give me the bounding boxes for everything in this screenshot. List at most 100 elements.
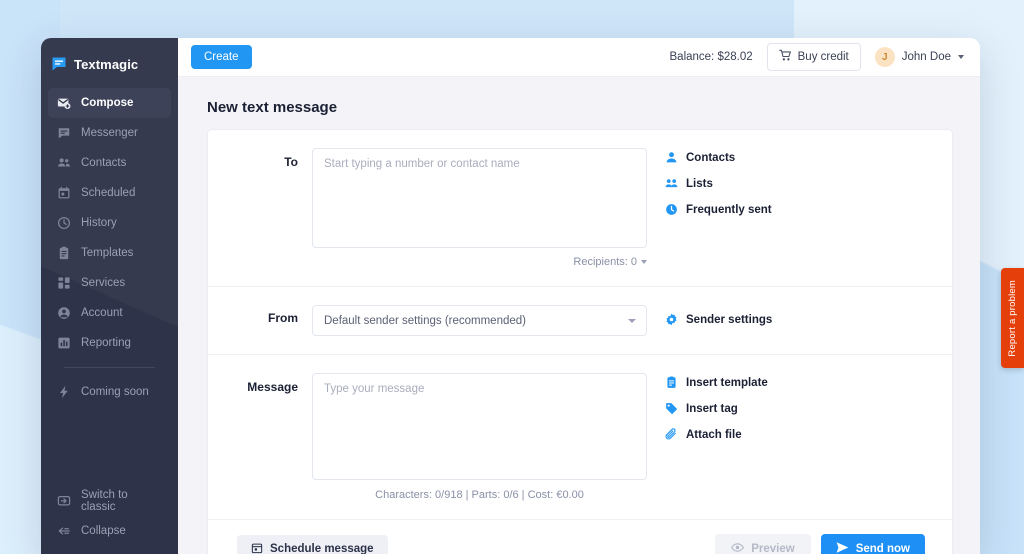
message-input[interactable]: Type your message <box>312 373 647 480</box>
schedule-message-label: Schedule message <box>270 543 374 554</box>
footer-actions: Preview Send now <box>715 534 925 554</box>
sidebar-item-templates[interactable]: Templates <box>48 238 171 268</box>
chat-bubble-icon <box>57 126 71 140</box>
sender-select[interactable]: Default sender settings (recommended) <box>312 305 647 336</box>
sidebar-item-label: Messenger <box>81 127 138 139</box>
eye-icon <box>731 541 745 554</box>
sidebar-item-label: Scheduled <box>81 187 136 199</box>
side-link-label: Insert template <box>686 376 768 389</box>
cart-icon <box>778 49 792 65</box>
sidebar-item-label: Contacts <box>81 157 127 169</box>
sidebar-item-services[interactable]: Services <box>48 268 171 298</box>
side-link-label: Sender settings <box>686 313 773 326</box>
sidebar-item-coming-soon[interactable]: Coming soon <box>48 377 171 407</box>
from-label: From <box>268 311 298 325</box>
side-link-label: Lists <box>686 177 713 190</box>
side-link-label: Frequently sent <box>686 203 772 216</box>
sidebar-item-account[interactable]: Account <box>48 298 171 328</box>
sidebar: Textmagic Compose Messenger Contacts Sch… <box>41 38 178 554</box>
sidebar-item-scheduled[interactable]: Scheduled <box>48 178 171 208</box>
buy-credit-label: Buy credit <box>797 51 849 63</box>
sidebar-item-label: History <box>81 217 117 229</box>
grid-icon <box>57 276 71 290</box>
preview-label: Preview <box>751 543 795 554</box>
create-button[interactable]: Create <box>191 45 252 69</box>
main-area: Create Balance: $28.02 Buy credit J John… <box>178 38 980 554</box>
sidebar-item-compose[interactable]: Compose <box>48 88 171 118</box>
user-name: John Doe <box>901 51 951 63</box>
message-label: Message <box>247 380 298 394</box>
page-title: New text message <box>207 99 338 116</box>
attach-file-link[interactable]: Attach file <box>665 428 952 441</box>
sidebar-item-reporting[interactable]: Reporting <box>48 328 171 358</box>
contact-person-icon <box>665 151 678 164</box>
sidebar-item-label: Coming soon <box>81 386 149 398</box>
sidebar-item-switch-to-classic[interactable]: Switch to classic <box>48 486 171 516</box>
lists-link[interactable]: Lists <box>665 177 952 190</box>
switch-icon <box>57 494 71 508</box>
report-a-problem-tab[interactable]: Report a problem <box>1001 268 1024 368</box>
to-row: To Start typing a number or contact name… <box>208 130 952 286</box>
message-field-wrap: Type your message Characters: 0/918 | Pa… <box>312 373 647 501</box>
message-counter: Characters: 0/918 | Parts: 0/6 | Cost: €… <box>375 489 584 501</box>
to-input[interactable]: Start typing a number or contact name <box>312 148 647 248</box>
user-menu[interactable]: J John Doe <box>874 47 964 67</box>
brand-name: Textmagic <box>74 56 139 72</box>
sidebar-item-contacts[interactable]: Contacts <box>48 148 171 178</box>
recipients-label: Recipients: 0 <box>573 256 637 268</box>
brand[interactable]: Textmagic <box>41 44 178 84</box>
buy-credit-button[interactable]: Buy credit <box>766 43 861 71</box>
paper-plane-icon <box>836 541 849 554</box>
top-bar-right: Balance: $28.02 Buy credit J John Doe <box>669 43 964 71</box>
side-link-label: Contacts <box>686 151 736 164</box>
template-icon <box>665 376 678 389</box>
sidebar-divider <box>64 367 155 368</box>
sidebar-item-label: Account <box>81 307 123 319</box>
to-label: To <box>284 155 298 169</box>
message-side-links: Insert template Insert tag Attach file <box>647 373 952 501</box>
contacts-link[interactable]: Contacts <box>665 151 952 164</box>
recipients-counter[interactable]: Recipients: 0 <box>312 256 647 268</box>
sidebar-item-history[interactable]: History <box>48 208 171 238</box>
top-bar: Create Balance: $28.02 Buy credit J John… <box>178 38 980 77</box>
schedule-message-button[interactable]: Schedule message <box>237 534 388 554</box>
clock-icon <box>665 203 678 216</box>
to-side-links: Contacts Lists Frequently sent <box>647 148 952 268</box>
calendar-icon <box>251 542 263 554</box>
sidebar-item-label: Switch to classic <box>81 489 128 513</box>
from-row: From Default sender settings (recommende… <box>208 286 952 354</box>
people-group-icon <box>665 177 678 190</box>
clock-icon <box>57 216 71 230</box>
people-icon <box>57 156 71 170</box>
sidebar-item-messenger[interactable]: Messenger <box>48 118 171 148</box>
insert-template-link[interactable]: Insert template <box>665 376 952 389</box>
sidebar-bottom: Switch to classic Collapse <box>41 486 178 554</box>
compose-card: To Start typing a number or contact name… <box>207 129 953 554</box>
frequently-sent-link[interactable]: Frequently sent <box>665 203 952 216</box>
to-field-wrap: Start typing a number or contact name Re… <box>312 148 647 268</box>
sidebar-nav: Compose Messenger Contacts Scheduled His… <box>41 88 178 407</box>
tag-icon <box>665 402 678 415</box>
from-field-wrap: Default sender settings (recommended) <box>312 305 647 336</box>
avatar: J <box>874 47 895 67</box>
sidebar-item-collapse[interactable]: Collapse <box>48 516 171 546</box>
collapse-arrow-icon <box>57 524 71 538</box>
calendar-icon <box>57 186 71 200</box>
gear-icon <box>665 313 678 326</box>
side-link-label: Attach file <box>686 428 742 441</box>
report-a-problem-label: Report a problem <box>1007 279 1018 357</box>
sidebar-item-label: Services <box>81 277 126 289</box>
sidebar-item-label: Compose <box>81 97 134 109</box>
balance-label: Balance: $28.02 <box>669 51 753 63</box>
sender-settings-link[interactable]: Sender settings <box>665 313 952 326</box>
user-circle-icon <box>57 306 71 320</box>
insert-tag-link[interactable]: Insert tag <box>665 402 952 415</box>
paperclip-icon <box>665 428 678 441</box>
send-now-button[interactable]: Send now <box>820 534 925 554</box>
envelope-plus-icon <box>57 96 71 110</box>
sidebar-item-label: Collapse <box>81 525 126 537</box>
send-now-label: Send now <box>855 543 910 554</box>
app-window: Textmagic Compose Messenger Contacts Sch… <box>41 38 980 554</box>
sidebar-item-label: Reporting <box>81 337 131 349</box>
preview-button[interactable]: Preview <box>715 534 811 554</box>
